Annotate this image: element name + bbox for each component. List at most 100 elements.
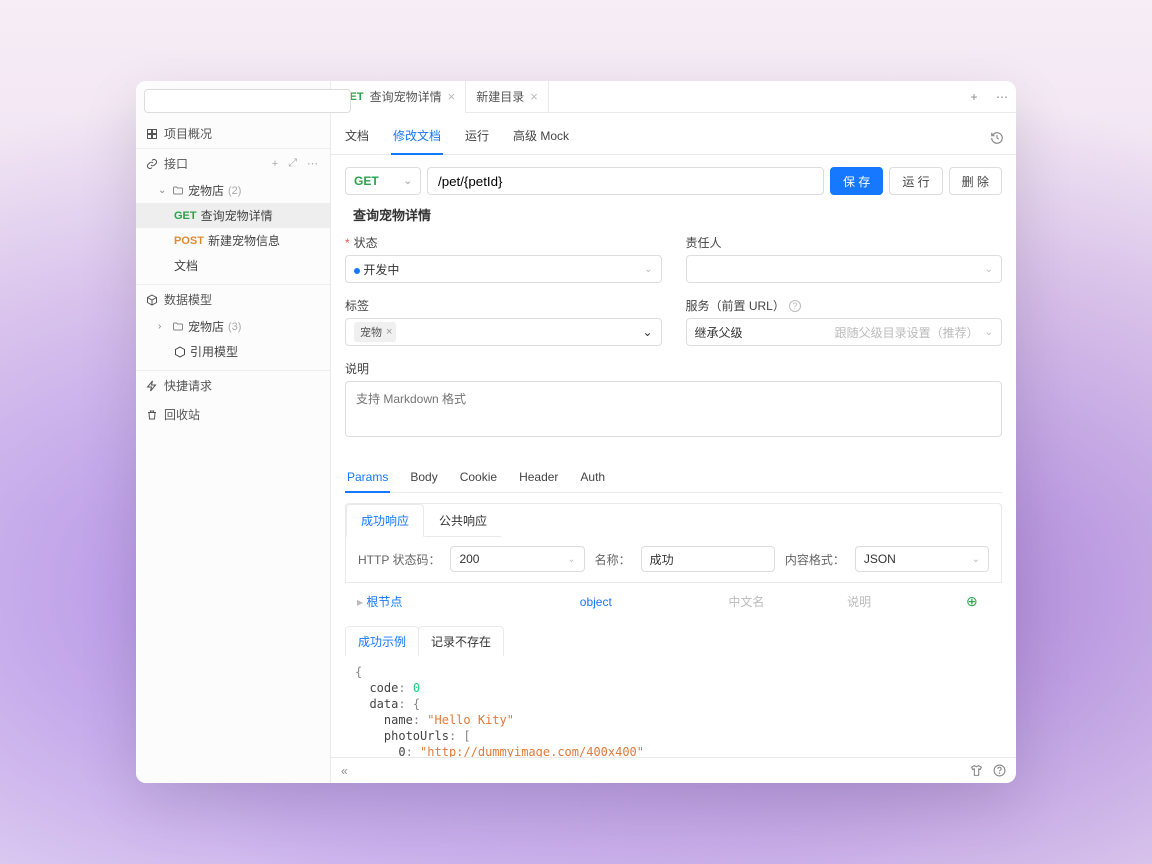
chevron-down-icon: ⌄ [972,554,980,565]
models-section-label: 数据模型 [164,291,212,308]
api-collapse-icon[interactable]: ⤢ [286,157,299,170]
tree-models-count: (3) [228,321,241,333]
tree-api-post-pet[interactable]: POST 新建宠物信息 [136,228,330,253]
method-select[interactable]: GET ⌄ [345,167,421,195]
status-value: 开发中 [363,263,399,277]
tree-models-label: 宠物店 [188,318,224,335]
tab-get-pet[interactable]: GET 查询宠物详情 × [331,81,466,113]
description-input[interactable] [345,381,1002,437]
service-label: 服务（前置 URL） ? [686,297,1003,314]
schema-desc-placeholder: 说明 [847,593,966,610]
delete-button[interactable]: 删 除 [949,167,1002,195]
project-overview-label: 项目概况 [164,125,212,142]
add-node-button[interactable]: ⊕ [966,593,990,610]
grid-icon [146,128,158,140]
resp-tab-public[interactable]: 公共响应 [424,504,502,537]
tree-models-folder[interactable]: › 宠物店 (3) [136,314,330,339]
param-tab-params[interactable]: Params [345,464,390,492]
api-section-header: 接口 + ⤢ ⋯ [136,148,330,178]
param-tab-header[interactable]: Header [517,464,560,492]
service-select[interactable]: 继承父级 跟随父级目录设置（推荐） ⌄ [686,318,1003,346]
recycle-bin-label: 回收站 [164,406,200,423]
new-tab-button[interactable]: + [960,90,988,104]
info-icon[interactable]: ? [789,300,801,312]
chevron-down-icon: ⌄ [404,176,412,187]
http-code-value: 200 [459,552,479,566]
main-panel: GET 查询宠物详情 × 新建目录 × + ⋯ 文档 修改文档 运行 高级 Mo… [331,81,1016,783]
resp-name-input[interactable]: 成功 [641,546,775,572]
shirt-icon[interactable] [970,764,983,777]
schema-root[interactable]: 根节点 [366,595,402,609]
models-section-header: 数据模型 [136,284,330,314]
tree-api-label: 查询宠物详情 [201,207,273,224]
link-icon [146,158,158,170]
example-tab-notfound[interactable]: 记录不存在 [418,626,504,656]
tag-remove-icon[interactable]: × [386,326,392,338]
search-input[interactable] [144,89,351,113]
tab-label: 新建目录 [476,88,524,105]
cube-icon [146,294,158,306]
chevron-down-icon: ⌄ [642,325,652,339]
resp-name-value: 成功 [650,551,674,568]
tags-input[interactable]: 宠物 × ⌄ [345,318,662,346]
chevron-down-icon: ⌄ [985,327,993,338]
api-add-icon[interactable]: + [270,158,280,170]
example-code: { code: 0 data: { name: "Hello Kity" pho… [345,656,1002,757]
tabs-bar: GET 查询宠物详情 × 新建目录 × + ⋯ [331,81,1016,113]
tree-doc-label: 文档 [174,257,198,274]
schema-type[interactable]: object [580,595,729,609]
doc-tab-edit[interactable]: 修改文档 [391,121,443,154]
tree-api-get-pet[interactable]: GET 查询宠物详情 [136,203,330,228]
url-input[interactable] [427,167,824,195]
status-select[interactable]: 开发中 ⌄ [345,255,662,283]
owner-select[interactable]: ⌄ [686,255,1003,283]
project-overview-link[interactable]: 项目概况 [136,119,330,148]
tags-label: 标签 [345,297,662,314]
doc-tab-run[interactable]: 运行 [463,121,491,154]
tab-label: 查询宠物详情 [370,88,442,105]
schema-cn-placeholder: 中文名 [728,593,847,610]
app-window: 项目概况 接口 + ⤢ ⋯ ⌄ 宠物店 (2) GET 查询宠物详情 POST [136,81,1016,783]
api-more-icon[interactable]: ⋯ [305,157,320,170]
method-value: GET [354,174,379,188]
cube-icon [174,346,186,358]
editor-scroll[interactable]: GET ⌄ 保 存 运 行 删 除 查询宠物详情 *状态 开发中 ⌄ [331,155,1016,757]
close-icon[interactable]: × [448,89,456,104]
param-tab-cookie[interactable]: Cookie [458,464,499,492]
folder-icon [172,185,184,197]
schema-row: ▸ 根节点 object 中文名 说明 ⊕ [345,583,1002,620]
doc-tab-mock[interactable]: 高级 Mock [511,121,571,154]
run-button[interactable]: 运 行 [889,167,942,195]
history-icon[interactable] [990,131,1004,145]
tree-ref-models[interactable]: 引用模型 [136,339,330,364]
api-title: 查询宠物详情 [353,205,1002,224]
tab-new-folder[interactable]: 新建目录 × [466,81,549,113]
tree-api-doc[interactable]: 文档 [136,253,330,278]
doc-tab-doc[interactable]: 文档 [343,121,371,154]
service-value: 继承父级 [695,324,743,341]
param-tab-auth[interactable]: Auth [578,464,607,492]
zap-icon [146,380,158,392]
service-placeholder: 跟随父级目录设置（推荐） [763,324,979,341]
http-code-select[interactable]: 200 ⌄ [450,546,584,572]
example-tab-success[interactable]: 成功示例 [345,626,419,656]
quick-request-link[interactable]: 快捷请求 [136,370,330,400]
api-section-label: 接口 [164,155,188,172]
content-fmt-value: JSON [864,552,896,566]
collapse-toggle[interactable]: « [341,764,348,778]
help-icon[interactable] [993,764,1006,777]
save-button[interactable]: 保 存 [830,167,883,195]
content-fmt-label: 内容格式： [785,551,845,568]
tab-more-button[interactable]: ⋯ [988,90,1016,104]
tree-folder-petstore[interactable]: ⌄ 宠物店 (2) [136,178,330,203]
status-label: *状态 [345,234,662,251]
trash-icon [146,409,158,421]
close-icon[interactable]: × [530,89,538,104]
doc-tabs: 文档 修改文档 运行 高级 Mock [331,113,1016,155]
method-badge-post: POST [174,235,204,247]
param-tab-body[interactable]: Body [408,464,439,492]
tag-chip: 宠物 × [354,322,396,342]
resp-tab-success[interactable]: 成功响应 [346,504,424,537]
recycle-bin-link[interactable]: 回收站 [136,400,330,429]
content-fmt-select[interactable]: JSON ⌄ [855,546,989,572]
